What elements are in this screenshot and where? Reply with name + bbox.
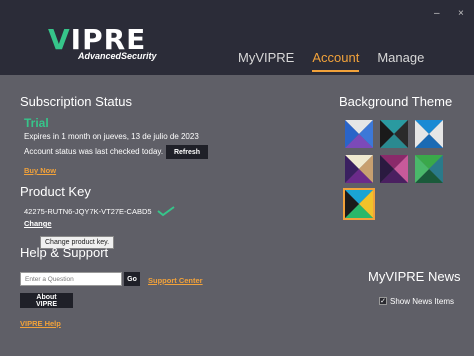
question-search-input[interactable]: Enter a Question: [20, 272, 122, 286]
background-theme-title: Background Theme: [339, 94, 453, 109]
logo-subtitle: AdvancedSecurity: [78, 51, 157, 61]
theme-blue-purple-swatch[interactable]: [345, 120, 373, 148]
expires-text: Expires in 1 month on jueves, 13 de juli…: [24, 132, 199, 141]
checkmark-icon: [157, 206, 175, 217]
product-key-title: Product Key: [20, 184, 91, 199]
trial-status: Trial: [24, 116, 49, 130]
close-button[interactable]: ×: [458, 8, 464, 19]
help-support-title: Help & Support: [20, 245, 109, 260]
last-checked-text: Account status was last checked today.: [24, 147, 164, 156]
theme-pink-swatch[interactable]: [380, 155, 408, 183]
show-news-checkbox[interactable]: ✓: [379, 297, 387, 305]
theme-teal-swatch[interactable]: [380, 120, 408, 148]
vipre-logo: VIPRE AdvancedSecurity: [48, 23, 157, 62]
change-key-link[interactable]: Change: [24, 219, 52, 228]
vipre-help-link[interactable]: VIPRE Help: [20, 319, 61, 328]
logo-text: VIPRE: [48, 23, 147, 56]
theme-green-swatch[interactable]: [415, 155, 443, 183]
buy-now-link[interactable]: Buy Now: [24, 166, 56, 175]
tab-account[interactable]: Account: [312, 50, 360, 72]
show-news-label: Show News Items: [390, 297, 455, 306]
header-bar: VIPRE AdvancedSecurity – × MyVIPRE Accou…: [0, 0, 474, 75]
minimize-button[interactable]: –: [434, 8, 440, 19]
main-tabs: MyVIPRE Account Manage: [238, 50, 442, 72]
theme-blue-swatch[interactable]: [415, 120, 443, 148]
subscription-status-title: Subscription Status: [20, 94, 133, 109]
theme-warm-swatch[interactable]: [345, 155, 373, 183]
product-key-value: 42275-RUTN6-JQY7K-VT27E-CABD5: [24, 207, 152, 216]
go-button[interactable]: Go: [124, 272, 140, 286]
refresh-button[interactable]: Refresh: [166, 145, 208, 159]
about-vipre-button[interactable]: About VIPRE: [20, 293, 73, 308]
theme-colorful-swatch[interactable]: [343, 188, 375, 220]
tab-manage[interactable]: Manage: [377, 50, 424, 72]
myvipre-news-title: MyVIPRE News: [368, 269, 461, 284]
tab-myvipre[interactable]: MyVIPRE: [238, 50, 294, 72]
support-center-link[interactable]: Support Center: [148, 276, 203, 285]
